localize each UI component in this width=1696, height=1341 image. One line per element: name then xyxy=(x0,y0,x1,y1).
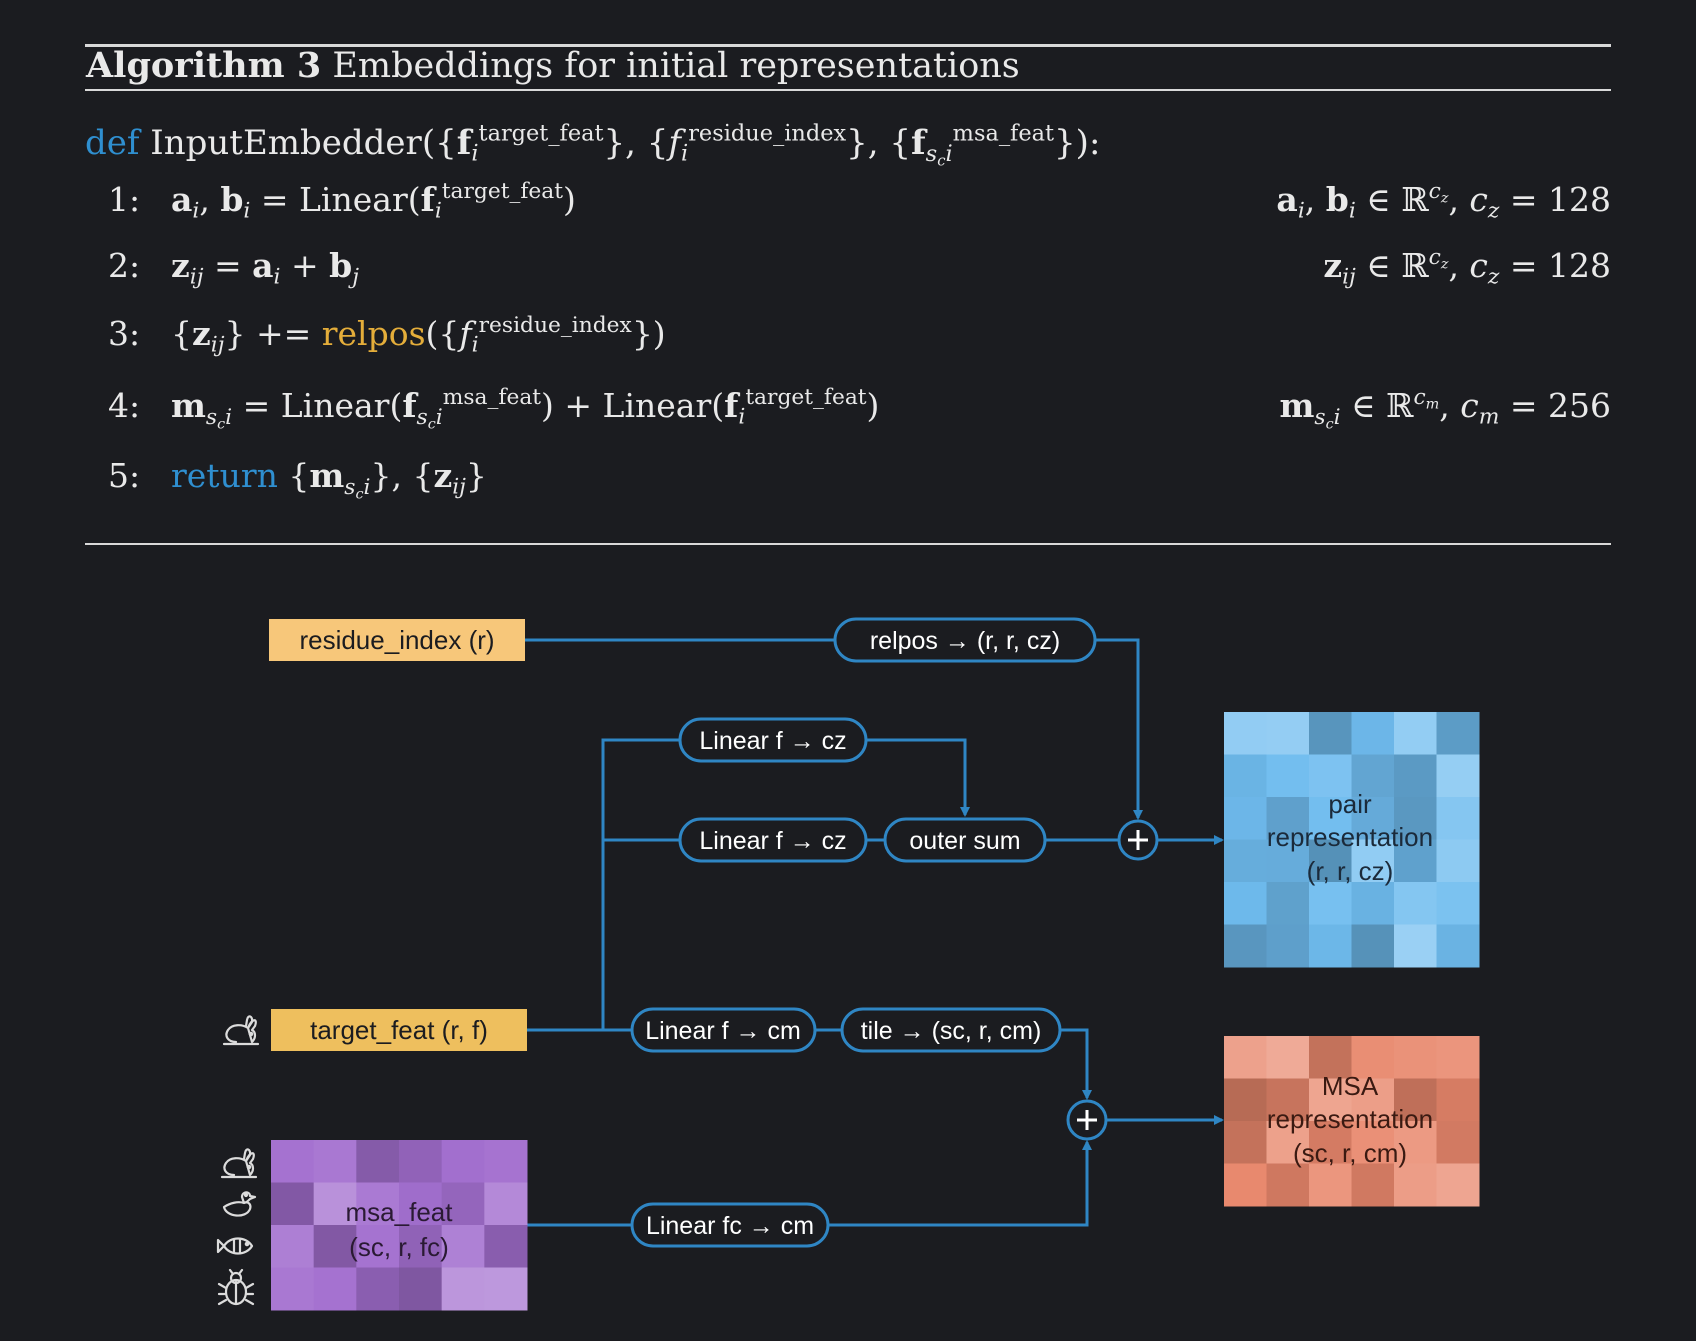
pair-label: pair xyxy=(1328,789,1372,819)
heatmap-cell xyxy=(441,1267,485,1311)
heatmap-cell xyxy=(356,1267,400,1311)
msa-feat-shape: (sc, r, fc) xyxy=(349,1232,449,1262)
linear-a-op: Linear f → cz xyxy=(678,717,868,763)
outer-sum-op: outer sum xyxy=(883,817,1047,863)
svg-text:outer sum: outer sum xyxy=(909,827,1020,855)
heatmap-cell xyxy=(1224,754,1267,798)
fish-icon xyxy=(216,1237,254,1255)
heatmap-cell xyxy=(1224,839,1267,883)
heatmap-cell xyxy=(271,1267,315,1311)
heatmap-cell xyxy=(484,1225,528,1268)
pair-shape: (r, r, cz) xyxy=(1307,856,1394,886)
heatmap-cell xyxy=(399,1140,443,1183)
pair-representation-word: representation xyxy=(1267,822,1433,852)
heatmap-cell xyxy=(1224,1163,1267,1207)
heatmap-cell xyxy=(1351,712,1395,755)
target-feat-label: target_feat (r, f) xyxy=(310,1015,488,1045)
svg-text:Linear fc → cm: Linear fc → cm xyxy=(646,1212,814,1240)
heatmap-cell xyxy=(271,1225,315,1268)
input-embedder-diagram: residue_index (r) target_feat (r, f) msa… xyxy=(216,617,1480,1311)
svg-text:tile → (sc, r, cm): tile → (sc, r, cm) xyxy=(861,1017,1042,1045)
heatmap-cell xyxy=(271,1140,315,1183)
heatmap-cell xyxy=(1394,1036,1437,1079)
msa-label: MSA xyxy=(1322,1071,1379,1101)
heatmap-cell xyxy=(484,1267,528,1311)
linear-msa-op: Linear fc → cm xyxy=(630,1202,830,1248)
heatmap-cell xyxy=(1436,924,1480,968)
msa-feat-label: msa_feat xyxy=(346,1197,454,1227)
heatmap-cell xyxy=(1224,924,1267,968)
heatmap-cell xyxy=(484,1140,528,1183)
duck-icon xyxy=(222,1191,257,1217)
heatmap-cell xyxy=(1436,1078,1480,1122)
tile-op: tile → (sc, r, cm) xyxy=(840,1007,1062,1053)
msa-shape: (sc, r, cm) xyxy=(1293,1138,1407,1168)
heatmap-cell xyxy=(1351,1163,1395,1207)
bug-icon xyxy=(217,1268,255,1306)
msa-representation-word: representation xyxy=(1267,1104,1433,1134)
heatmap-cell xyxy=(1224,882,1267,925)
heatmap-cell xyxy=(1394,1163,1437,1207)
pair-plus-node xyxy=(1117,819,1159,861)
heatmap-cell xyxy=(1351,924,1395,968)
heatmap-cell xyxy=(1224,1036,1267,1079)
heatmap-cell xyxy=(313,1140,357,1183)
heatmap-cell xyxy=(356,1140,400,1183)
heatmap-cell xyxy=(1394,882,1437,925)
heatmap-cell xyxy=(1394,924,1437,968)
heatmap-cell xyxy=(1224,1121,1267,1164)
relpos-op: relpos → (r, r, cz) xyxy=(833,617,1097,663)
heatmap-cell xyxy=(1436,839,1480,883)
heatmap-cell xyxy=(484,1182,528,1226)
rabbit-icon xyxy=(220,1148,258,1179)
svg-text:relpos → (r, r, cz): relpos → (r, r, cz) xyxy=(870,627,1060,655)
connector-lines xyxy=(525,638,1224,1227)
heatmap-cell xyxy=(1266,882,1310,925)
heatmap-cell xyxy=(441,1140,485,1183)
msa-plus-node xyxy=(1066,1099,1108,1141)
heatmap-cell xyxy=(1224,712,1267,755)
heatmap-cell xyxy=(1436,712,1480,755)
heatmap-cell xyxy=(1266,712,1310,755)
linear-m-op: Linear f → cm xyxy=(630,1007,817,1053)
heatmap-cell xyxy=(1436,1121,1480,1164)
heatmap-cell xyxy=(1394,712,1437,755)
heatmap-cell xyxy=(1436,1036,1480,1079)
svg-text:Linear f → cm: Linear f → cm xyxy=(645,1017,801,1045)
heatmap-cell xyxy=(313,1267,357,1311)
heatmap-cell xyxy=(1436,797,1480,840)
linear-b-op: Linear f → cz xyxy=(678,817,868,863)
heatmap-cell xyxy=(1351,882,1395,925)
heatmap-cell xyxy=(1266,1036,1310,1079)
rabbit-icon xyxy=(222,1015,260,1046)
heatmap-cell xyxy=(1394,754,1437,798)
svg-text:Linear f → cz: Linear f → cz xyxy=(699,827,846,855)
heatmap-cell xyxy=(1436,754,1480,798)
heatmap-cell xyxy=(1436,882,1480,925)
heatmap-cell xyxy=(1266,924,1310,968)
heatmap-cell xyxy=(1309,712,1352,755)
heatmap-cell xyxy=(1266,754,1310,798)
heatmap-cell xyxy=(271,1182,315,1226)
heatmap-cell xyxy=(1224,797,1267,840)
heatmap-cell xyxy=(1436,1163,1480,1207)
heatmap-cell xyxy=(1309,882,1352,925)
heatmap-cell xyxy=(1309,924,1352,968)
residue-index-label: residue_index (r) xyxy=(299,625,494,655)
svg-text:Linear f → cz: Linear f → cz xyxy=(699,727,846,755)
heatmap-cell xyxy=(1224,1078,1267,1122)
heatmap-cell xyxy=(1266,1163,1310,1207)
heatmap-cell xyxy=(399,1267,443,1311)
heatmap-cell xyxy=(1309,1163,1352,1207)
